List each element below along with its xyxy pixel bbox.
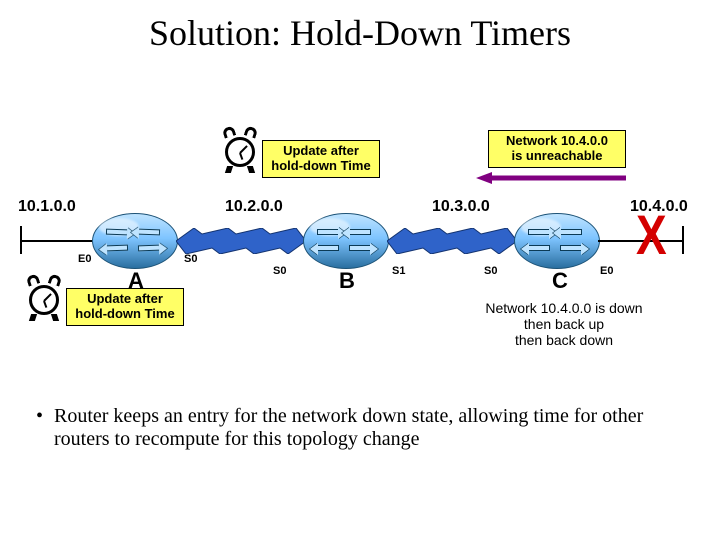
alarm-clock-icon — [222, 127, 258, 173]
bullet-marker: • — [36, 405, 54, 451]
arrow-unreachable-icon — [476, 171, 626, 185]
net-label-3: 10.3.0.0 — [432, 198, 490, 216]
lan-segment-1 — [20, 240, 92, 242]
router-c-label: C — [552, 268, 568, 294]
iface-c-e0: E0 — [600, 265, 613, 277]
iface-b-s0: S0 — [273, 265, 286, 277]
bullet-1: • Router keeps an entry for the network … — [36, 405, 690, 451]
callout-update-top: Update after hold-down Time — [262, 140, 380, 178]
iface-a-s0: S0 — [184, 253, 197, 265]
callout-unreachable: Network 10.4.0.0 is unreachable — [488, 130, 626, 168]
wan-b-c — [387, 228, 517, 254]
status-note-text: Network 10.4.0.0 is down then back up th… — [485, 300, 642, 348]
callout-update-left: Update after hold-down Time — [66, 288, 184, 326]
bullet-1-text: Router keeps an entry for the network do… — [54, 405, 690, 451]
callout-unreachable-text: Network 10.4.0.0 is unreachable — [506, 133, 608, 163]
lan-terminator-1 — [20, 226, 22, 254]
iface-b-s1: S1 — [392, 265, 405, 277]
status-note: Network 10.4.0.0 is down then back up th… — [454, 300, 674, 348]
link-down-x-icon: X — [636, 203, 667, 268]
router-b-icon — [303, 213, 389, 269]
wan-a-b — [176, 228, 306, 254]
router-b-label: B — [339, 268, 355, 294]
net-label-1: 10.1.0.0 — [18, 198, 76, 216]
router-a-icon — [92, 213, 178, 269]
router-c-icon — [514, 213, 600, 269]
callout-update-top-text: Update after hold-down Time — [271, 143, 370, 173]
slide: Solution: Hold-Down Timers Network 10.4.… — [0, 0, 720, 540]
iface-c-s0: S0 — [484, 265, 497, 277]
callout-update-left-text: Update after hold-down Time — [75, 291, 174, 321]
lan-terminator-4 — [682, 226, 684, 254]
iface-a-e0: E0 — [78, 253, 91, 265]
net-label-2: 10.2.0.0 — [225, 198, 283, 216]
alarm-clock-icon-2 — [26, 275, 62, 321]
slide-title: Solution: Hold-Down Timers — [0, 12, 720, 54]
